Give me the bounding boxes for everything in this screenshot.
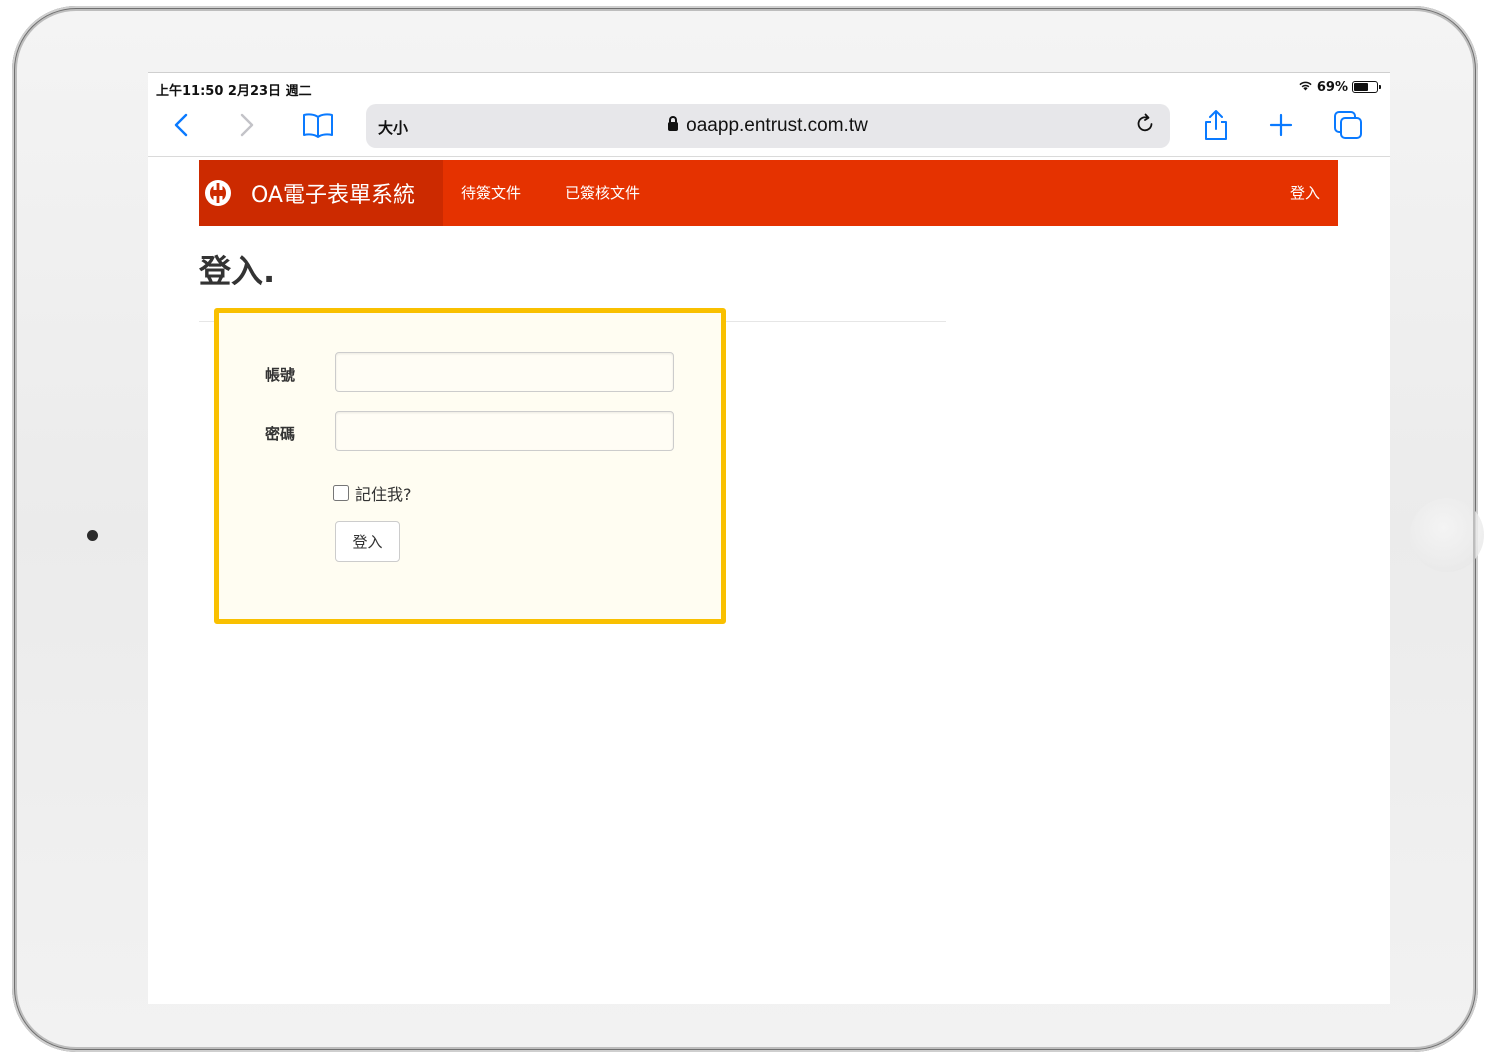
battery-icon: [1352, 81, 1381, 93]
home-button[interactable]: [1410, 498, 1484, 572]
account-input[interactable]: [335, 352, 674, 392]
front-camera: [87, 530, 98, 541]
reload-icon[interactable]: [1134, 112, 1156, 140]
remember-me-label: 記住我?: [355, 485, 412, 504]
status-time: 上午11:50 2月23日 週二: [156, 84, 312, 99]
nav-pending-documents[interactable]: 待簽文件: [461, 182, 521, 203]
bookmarks-icon[interactable]: [300, 108, 336, 142]
password-label: 密碼: [265, 425, 296, 443]
share-icon[interactable]: [1198, 108, 1234, 142]
remember-me-checkbox[interactable]: [333, 485, 349, 501]
login-form-highlight: 帳號 密碼 記住我? 登入: [214, 308, 726, 624]
url-display[interactable]: oaapp.entrust.com.tw: [366, 115, 1170, 137]
status-bar: 上午11:50 2月23日 週二 69%: [148, 72, 1390, 101]
battery-percent: 69%: [1316, 79, 1348, 95]
lock-icon: [668, 116, 679, 131]
url-text: oaapp.entrust.com.tw: [686, 115, 868, 136]
login-submit-button[interactable]: 登入: [335, 521, 400, 562]
wifi-icon: [1298, 79, 1313, 95]
nav-login-link[interactable]: 登入: [1290, 182, 1320, 203]
remember-me-row[interactable]: 記住我?: [333, 481, 412, 505]
ipad-frame: 上午11:50 2月23日 週二 69% 大小 oaapp.entrust.co…: [12, 6, 1484, 1052]
password-input[interactable]: [335, 411, 674, 451]
brand-logo-icon: [205, 180, 231, 206]
brand[interactable]: OA電子表單系統: [199, 160, 443, 226]
new-tab-icon[interactable]: [1266, 108, 1296, 142]
device-screen: 上午11:50 2月23日 週二 69% 大小 oaapp.entrust.co…: [148, 72, 1390, 1004]
forward-icon[interactable]: [232, 108, 262, 142]
address-bar[interactable]: 大小 oaapp.entrust.com.tw: [366, 104, 1170, 148]
back-icon[interactable]: [166, 108, 196, 142]
site-navbar: OA電子表單系統 待簽文件 已簽核文件 登入: [199, 160, 1338, 226]
page-title: 登入.: [199, 252, 276, 290]
account-label: 帳號: [265, 366, 296, 384]
safari-toolbar: 大小 oaapp.entrust.com.tw: [148, 100, 1390, 157]
brand-title: OA電子表單系統: [251, 183, 415, 208]
nav-signed-documents[interactable]: 已簽核文件: [565, 182, 640, 203]
status-indicators: 69%: [1298, 79, 1381, 95]
tabs-overview-icon[interactable]: [1331, 108, 1365, 142]
